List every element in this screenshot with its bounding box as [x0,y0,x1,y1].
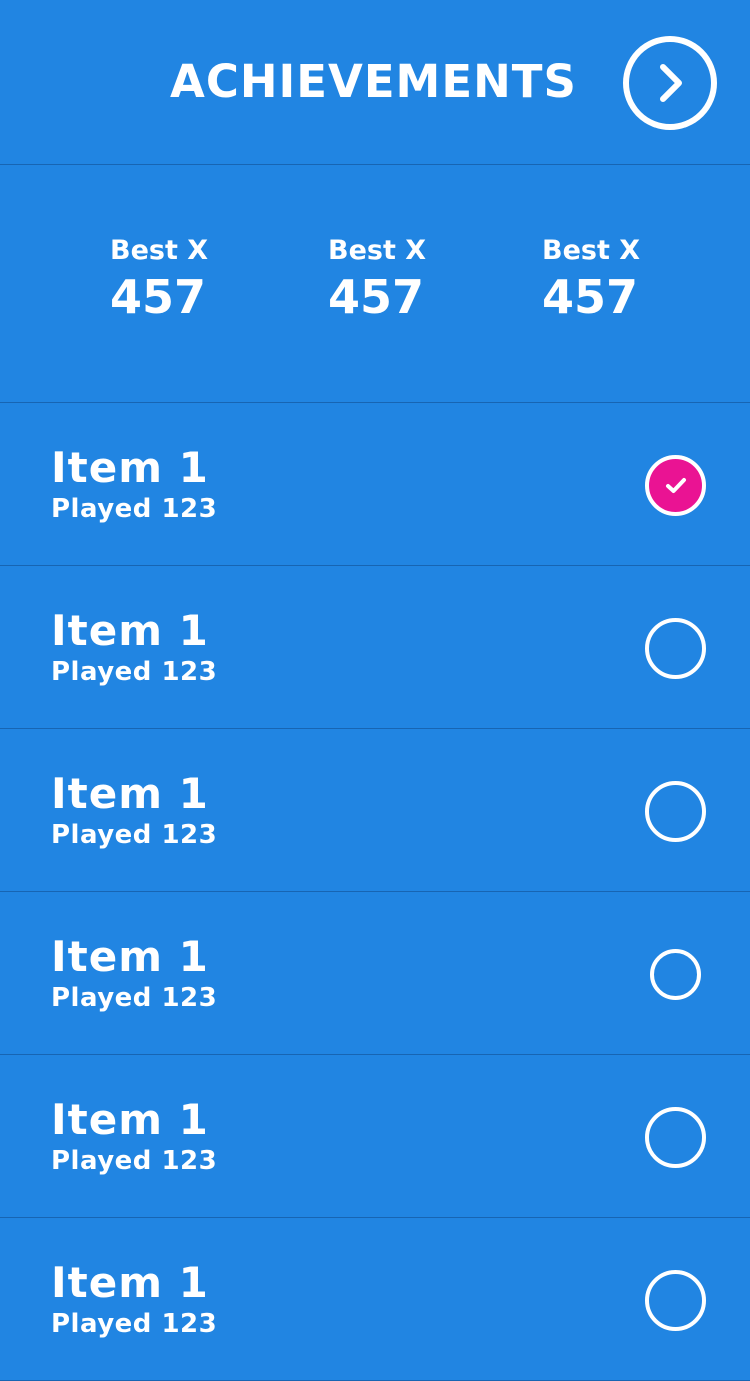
checkbox-unchecked[interactable] [645,1107,706,1168]
checkmark-icon [665,477,686,493]
stats-panel: Best X 457 Best X 457 Best X 457 [0,166,750,403]
stat-block: Best X 457 [542,234,640,324]
stat-label: Best X [542,235,641,266]
item-subtitle: Played 123 [51,820,218,850]
list-item[interactable]: Item 1 Played 123 [0,1218,750,1381]
item-title: Item 1 [51,932,209,981]
next-button[interactable] [623,36,717,130]
stat-value: 457 [542,270,639,324]
checkbox-checked[interactable] [645,455,706,516]
stat-block: Best X 457 [110,234,208,324]
item-subtitle: Played 123 [51,657,218,687]
stat-value: 457 [328,270,425,324]
list-item[interactable]: Item 1 Played 123 [0,403,750,566]
item-subtitle: Played 123 [51,983,218,1013]
stat-value: 457 [110,270,207,324]
stat-label: Best X [328,235,427,266]
checkbox-unchecked[interactable] [645,618,706,679]
list-item[interactable]: Item 1 Played 123 [0,566,750,729]
checkbox-unchecked[interactable] [650,949,701,1000]
stat-block: Best X 457 [328,234,426,324]
list-item[interactable]: Item 1 Played 123 [0,729,750,892]
achievements-list: Item 1 Played 123 Item 1 Played 123 Item… [0,403,750,1381]
item-title: Item 1 [51,1095,209,1144]
page-title: ACHIEVEMENTS [170,55,577,108]
list-item[interactable]: Item 1 Played 123 [0,1055,750,1218]
stat-label: Best X [110,235,209,266]
item-subtitle: Played 123 [51,1146,218,1176]
item-subtitle: Played 123 [51,1309,218,1339]
item-title: Item 1 [51,769,209,818]
list-item[interactable]: Item 1 Played 123 [0,892,750,1055]
checkbox-unchecked[interactable] [645,781,706,842]
checkbox-unchecked[interactable] [645,1270,706,1331]
header: ACHIEVEMENTS [0,0,750,165]
item-title: Item 1 [51,1258,209,1307]
chevron-right-icon [660,64,682,102]
item-title: Item 1 [51,606,209,655]
item-title: Item 1 [51,443,209,492]
item-subtitle: Played 123 [51,494,218,524]
